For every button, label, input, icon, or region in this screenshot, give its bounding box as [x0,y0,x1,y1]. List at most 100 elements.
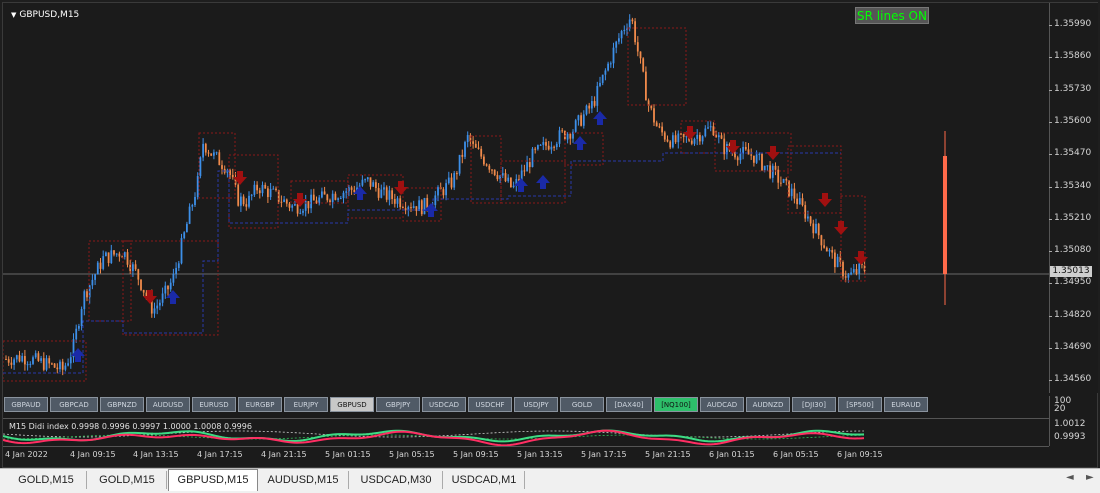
candle-body [618,38,620,42]
candle-body [639,51,642,59]
candle-body [855,269,858,274]
candle-body [796,198,798,205]
symbol-button-eurjpy[interactable]: EURJPY [284,397,328,412]
candlestick-chart[interactable] [3,3,1049,393]
symbol-button-audusd[interactable]: AUDUSD [146,397,190,412]
candle-body [175,267,177,274]
candle-body [321,191,323,198]
symbol-button-dji30[interactable]: [DJI30] [792,397,836,412]
candle-body [310,194,312,209]
symbol-button-sp500[interactable]: [SP500] [838,397,882,412]
price-chart[interactable]: ▼ GBPUSD,M15 [3,3,1049,393]
symbol-button-dax40[interactable]: [DAX40] [606,397,652,412]
time-tick: 5 Jan 05:15 [389,450,435,459]
candle-body [299,212,302,214]
sr-lines-toggle[interactable]: SR lines ON [855,7,929,24]
symbol-button-eurusd[interactable]: EURUSD [192,397,236,412]
candle-body [126,252,129,265]
current-price-label: 1.35013 [1050,266,1092,277]
candle-body [650,105,653,109]
candle-body [56,367,59,370]
chart-tab-bar: ◄ ► GOLD,M15 GOLD,M15 GBPUSD,M15 AUDUSD,M15… [0,468,1100,493]
candle-body [496,175,499,180]
symbol-button-gold[interactable]: GOLD [560,397,604,412]
candle-body [132,264,134,271]
symbol-button-usdjpy[interactable]: USDJPY [514,397,558,412]
candle-body [140,279,142,290]
symbol-title[interactable]: ▼ GBPUSD,M15 [11,10,79,20]
time-tick: 4 Jan 21:15 [261,450,307,459]
candle-body [507,177,510,182]
candle-body [720,135,723,139]
candle-body [37,353,40,361]
indicator-tick: 20 [1054,404,1066,414]
candle-body [264,184,267,189]
symbol-button-audcad[interactable]: AUDCAD [700,397,744,412]
candle-body [204,143,207,153]
candle-body [372,182,375,187]
candle-body [523,170,526,172]
symbol-button-gbpusd[interactable]: GBPUSD [330,397,374,412]
candle-body [213,152,215,156]
chart-tab-gold-m15[interactable]: GOLD,M15 [88,471,167,489]
symbol-button-gbpaud[interactable]: GBPAUD [4,397,48,412]
candle-body [156,305,159,309]
candle-body [99,262,102,269]
arrow-right-icon[interactable]: ► [1086,472,1094,483]
candle-body [83,291,86,310]
candle-body [642,58,645,72]
chart-tab-audusd-m15[interactable]: AUDUSD,M15 [258,471,349,489]
candle-body [653,108,655,123]
candle-body [80,309,83,326]
candle-body [221,165,223,169]
symbol-button-usdcad[interactable]: USDCAD [422,397,466,412]
candle-body [707,127,709,129]
candle-body [847,274,850,278]
candle-body [453,173,456,188]
candle-body [186,223,188,233]
candle-body [137,269,140,280]
candle-body [545,142,547,146]
didi-index-pane[interactable]: M15 Didi index 0.9998 0.9996 0.9997 1.00… [3,418,1049,447]
candle-body [169,282,172,290]
candle-body [272,188,275,190]
candle-body [339,198,342,200]
symbol-button-usdchf[interactable]: USDCHF [468,397,512,412]
candle-body [807,216,809,219]
candle-body [113,250,115,255]
candle-body [504,173,507,182]
candle-body [40,358,42,361]
symbol-title-text: GBPUSD,M15 [19,10,80,20]
symbol-button-audnzd[interactable]: AUDNZD [746,397,790,412]
sell-arrow-icon [394,181,408,195]
candle-body [842,261,844,277]
candle-body [780,182,782,184]
chart-tab-usdcad-m30[interactable]: USDCAD,M30 [350,471,443,489]
candle-body [834,252,836,268]
symbol-button-gbpnzd[interactable]: GBPNZD [100,397,144,412]
sell-arrow-icon [143,290,157,304]
candle-body [258,190,261,194]
candle-body [412,206,415,208]
symbol-button-nq100[interactable]: [NQ100] [654,397,698,412]
candle-body [488,165,491,170]
candle-body [86,291,88,298]
chart-tab-usdcad-m1[interactable]: USDCAD,M1 [444,471,525,489]
chart-tab-gbpusd-m15[interactable]: GBPUSD,M15 [168,469,258,491]
candle-body [534,148,537,150]
arrow-left-icon[interactable]: ◄ [1066,472,1074,483]
candle-body [604,70,607,75]
candle-body [261,184,264,194]
candle-body [774,165,777,170]
candle-body [21,356,24,362]
symbol-button-euraud[interactable]: EURAUD [884,397,928,412]
symbol-button-gbpcad[interactable]: GBPCAD [50,397,98,412]
candle-body [450,177,453,188]
time-tick: 5 Jan 21:15 [645,450,691,459]
symbol-button-eurgbp[interactable]: EURGBP [238,397,282,412]
candle-body [456,173,458,175]
sell-arrow-icon [818,193,832,207]
symbol-button-gbpjpy[interactable]: GBPJPY [376,397,420,412]
candle-body [437,187,439,196]
chart-tab-gold-m15[interactable]: GOLD,M15 [6,471,87,489]
